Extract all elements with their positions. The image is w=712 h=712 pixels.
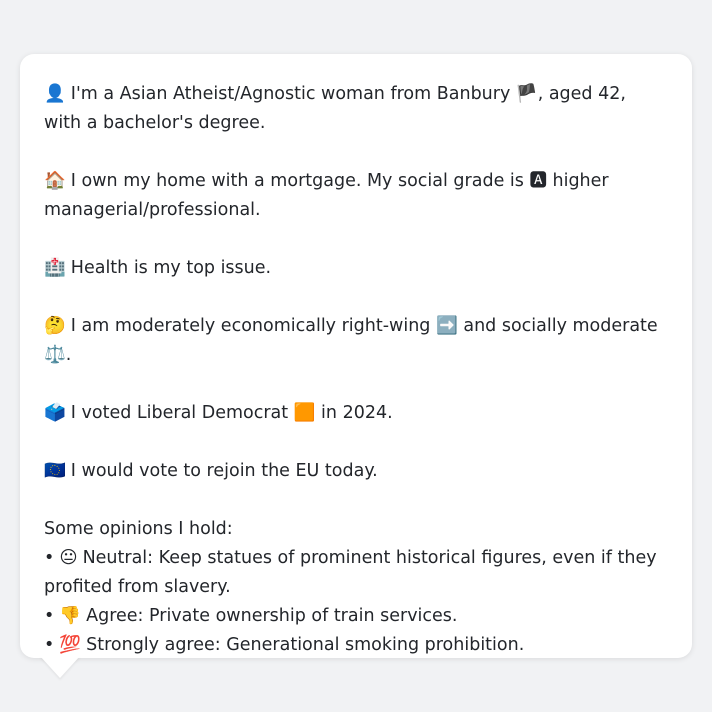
opinion-item: • 👎 Agree: Private ownership of train serv…	[44, 602, 668, 631]
politics-text-a: I am moderately economically right-wing	[70, 316, 436, 336]
england-flag-icon: 🏴	[515, 84, 538, 104]
bullet: •	[44, 606, 55, 626]
politics-text-b: and socially moderate	[457, 316, 658, 336]
eu-flag-icon: 🇪🇺	[44, 461, 66, 481]
politics-text-c: .	[65, 345, 72, 365]
home-paragraph: 🏠 I own my home with a mortgage. My socia…	[44, 167, 668, 225]
bullet: •	[44, 548, 55, 568]
vote-paragraph: 🗳️ I voted Liberal Democrat 🟧 in 2024.	[44, 399, 668, 428]
eu-paragraph: 🇪🇺 I would vote to rejoin the EU today.	[44, 457, 668, 486]
message-bubble: 👤 I'm a Asian Atheist/Agnostic woman from…	[20, 54, 692, 658]
opinion-text: Strongly agree: Generational smoking pro…	[86, 635, 525, 655]
intro-paragraph: 👤 I'm a Asian Atheist/Agnostic woman from…	[44, 80, 668, 138]
issue-text: Health is my top issue.	[70, 258, 272, 278]
thumbs-down-icon: 👎	[59, 606, 82, 626]
grade-a-icon: 🅰	[529, 171, 547, 191]
eu-text: I would vote to rejoin the EU today.	[70, 461, 378, 481]
opinion-text: Agree: Private ownership of train servic…	[86, 606, 458, 626]
opinion-item: • 💯 Strongly agree: Generational smoking p…	[44, 631, 668, 660]
opinions-heading: Some opinions I hold:	[44, 519, 233, 539]
issue-paragraph: 🏥 Health is my top issue.	[44, 254, 668, 283]
ballot-box-icon: 🗳️	[44, 403, 66, 423]
right-arrow-icon: ➡️	[435, 316, 458, 336]
balance-scale-icon: ⚖️	[44, 345, 66, 365]
vote-text-a: I voted Liberal Democrat	[70, 403, 294, 423]
neutral-face-icon: 😐	[59, 548, 78, 568]
thinking-face-icon: 🤔	[44, 316, 66, 336]
politics-paragraph: 🤔 I am moderately economically right-wing…	[44, 312, 668, 370]
opinions-section: Some opinions I hold: • 😐 Neutral: Keep st…	[44, 515, 668, 660]
bullet: •	[44, 635, 55, 655]
bubble-tail	[40, 656, 80, 678]
home-text-a: I own my home with a mortgage. My social…	[70, 171, 530, 191]
hospital-icon: 🏥	[44, 258, 66, 278]
orange-square-icon: 🟧	[293, 403, 316, 423]
opinion-text: Neutral: Keep statues of prominent histo…	[44, 548, 657, 597]
person-icon: 👤	[44, 84, 66, 104]
intro-text-a: I'm a Asian Atheist/Agnostic woman from …	[70, 84, 516, 104]
house-icon: 🏠	[44, 171, 66, 191]
opinion-item: • 😐 Neutral: Keep statues of prominent his…	[44, 544, 668, 602]
vote-text-b: in 2024.	[315, 403, 393, 423]
